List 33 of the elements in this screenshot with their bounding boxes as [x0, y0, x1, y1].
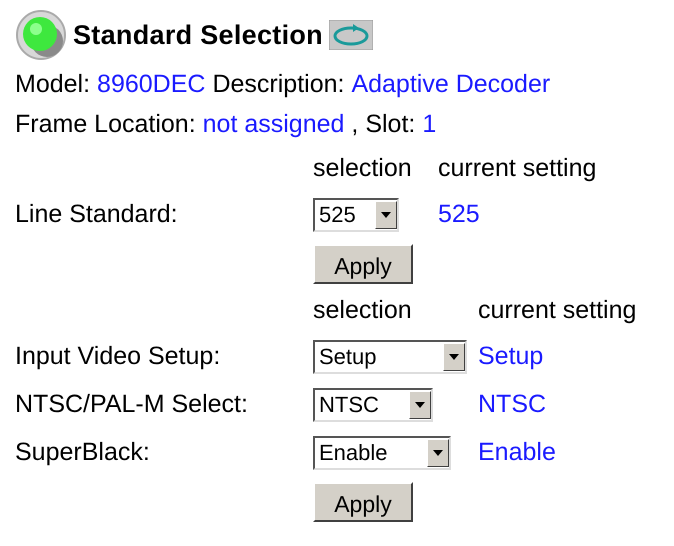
column-header: current setting: [478, 295, 638, 326]
field-label: Frame Location:: [15, 109, 196, 140]
column-header: current setting: [438, 153, 598, 184]
current-value: 525: [438, 199, 481, 230]
field-value: 1: [422, 109, 436, 140]
column-header: selection: [313, 153, 413, 184]
current-value: Setup: [478, 341, 544, 372]
caret-icon: [449, 354, 459, 360]
setting-label: NTSC/PAL-M Select:: [15, 389, 249, 420]
setting-label: Input Video Setup:: [15, 341, 222, 372]
field-label: Model:: [15, 69, 90, 100]
caret-icon: [381, 212, 391, 218]
refresh-icon[interactable]: [328, 20, 373, 50]
status-light-icon: [15, 9, 67, 61]
dropdown[interactable]: NTSC: [313, 388, 433, 422]
current-value: NTSC: [478, 389, 548, 420]
field-value: 8960DEC: [97, 69, 206, 100]
field-value: not assigned: [202, 109, 344, 140]
column-header: selection: [313, 295, 413, 326]
dropdown[interactable]: Enable: [313, 436, 451, 470]
apply-button[interactable]: Apply: [313, 244, 413, 284]
caret-icon: [415, 402, 425, 408]
apply-button[interactable]: Apply: [313, 482, 413, 522]
current-value: Enable: [478, 437, 557, 468]
caret-icon: [433, 450, 443, 456]
setting-label: Line Standard:: [15, 199, 179, 230]
setting-label: SuperBlack:: [15, 437, 151, 468]
field-label: Description:: [212, 69, 344, 100]
field-label: , Slot:: [351, 109, 416, 140]
dropdown[interactable]: Setup: [313, 340, 467, 374]
dropdown[interactable]: 525: [313, 198, 399, 232]
page-title: Standard Selection: [73, 19, 323, 52]
field-value: Adaptive Decoder: [351, 69, 550, 100]
